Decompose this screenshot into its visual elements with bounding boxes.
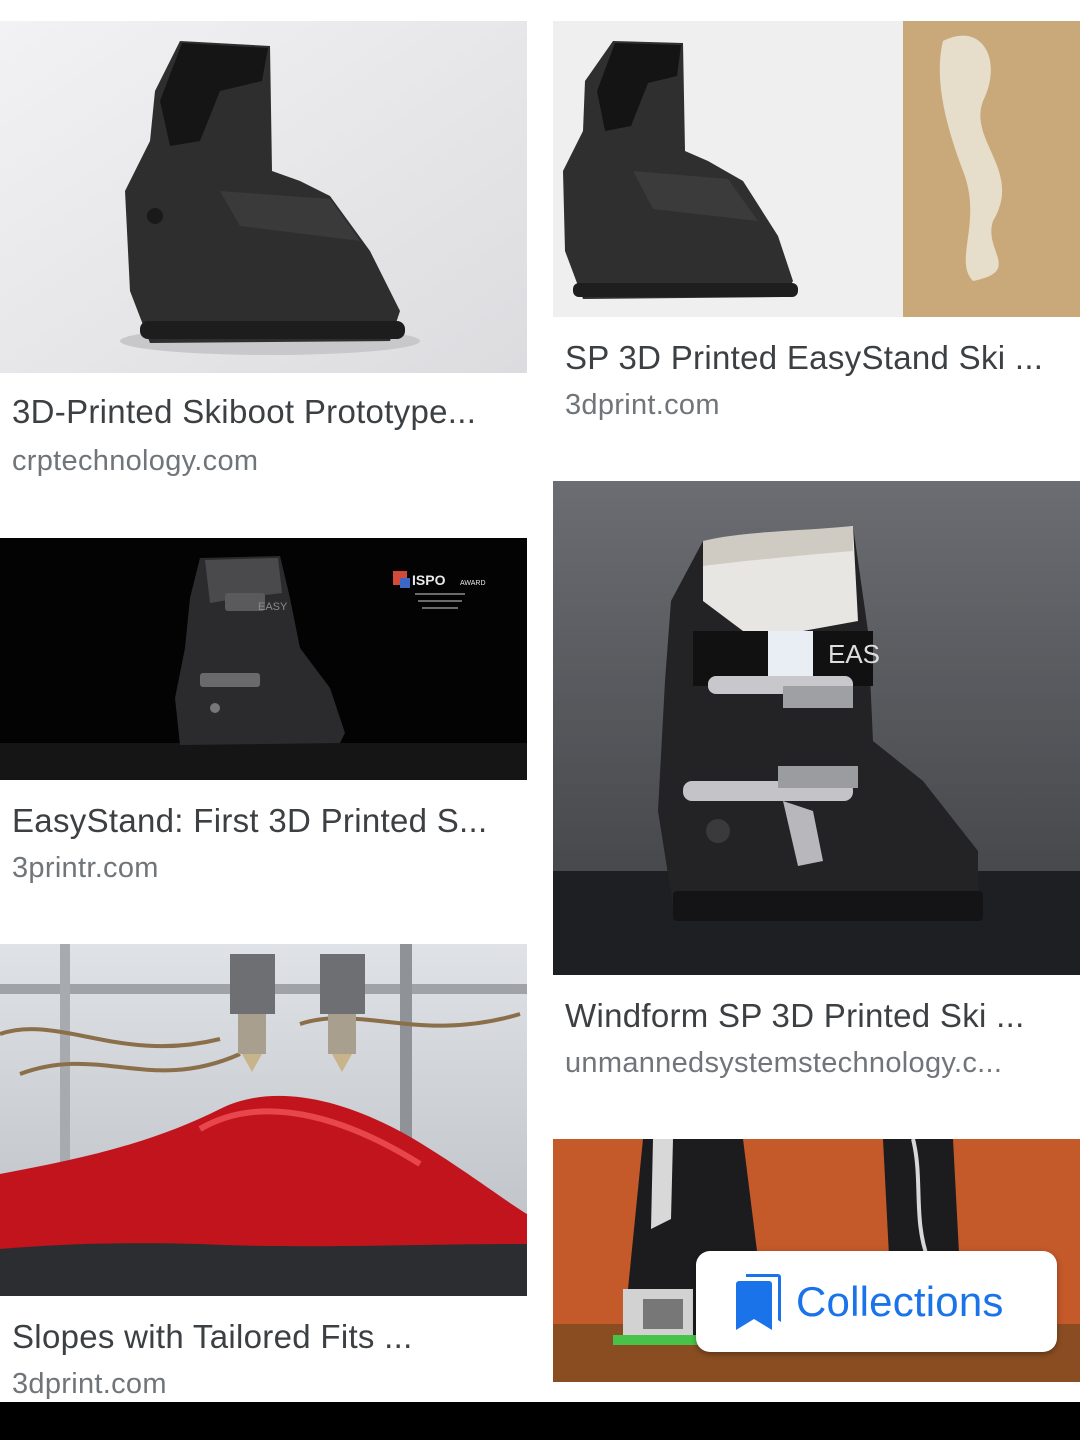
result-card-4[interactable]: EAS Windform SP 3D Printed Ski ... unman… bbox=[553, 481, 1080, 1081]
system-navigation-bar bbox=[0, 1402, 1080, 1440]
result-card-3[interactable]: EASY ISPO AWARD EasyStand: First 3D Prin… bbox=[0, 538, 527, 888]
result-source-5: 3dprint.com bbox=[12, 1368, 167, 1400]
result-image-1[interactable] bbox=[0, 21, 527, 373]
result-title-5[interactable]: Slopes with Tailored Fits ... bbox=[12, 1318, 513, 1356]
collections-label: Collections bbox=[796, 1277, 1004, 1325]
result-card-5[interactable]: Slopes with Tailored Fits ... 3dprint.co… bbox=[0, 944, 527, 1400]
result-image-4[interactable]: EAS bbox=[553, 481, 1080, 975]
result-title-2[interactable]: SP 3D Printed EasyStand Ski ... bbox=[565, 339, 1066, 377]
result-card-2[interactable]: SP 3D Printed EasyStand Ski ... 3dprint.… bbox=[553, 21, 1080, 421]
award-text: AWARD bbox=[460, 580, 486, 587]
result-source-2: 3dprint.com bbox=[565, 389, 720, 421]
result-source-3: 3printr.com bbox=[12, 852, 159, 884]
result-source-1: crptechnology.com bbox=[12, 445, 259, 477]
result-card-1[interactable]: 3D-Printed Skiboot Prototype... crptechn… bbox=[0, 21, 527, 481]
collections-button[interactable]: Collections bbox=[696, 1251, 1057, 1352]
boot-brand-text: EAS bbox=[828, 639, 880, 669]
ispo-logo-text: ISPO bbox=[412, 572, 446, 588]
bookmark-collections-icon bbox=[736, 1273, 781, 1330]
result-title-4[interactable]: Windform SP 3D Printed Ski ... bbox=[565, 997, 1066, 1035]
result-title-1[interactable]: 3D-Printed Skiboot Prototype... bbox=[12, 393, 513, 431]
result-source-4: unmannedsystemstechnology.c... bbox=[565, 1047, 1003, 1079]
result-image-2[interactable] bbox=[553, 21, 1080, 317]
result-title-3[interactable]: EasyStand: First 3D Printed S... bbox=[12, 802, 513, 840]
boot-brand-small-text: EASY bbox=[258, 601, 288, 613]
result-image-5[interactable] bbox=[0, 944, 527, 1296]
result-image-3[interactable]: EASY ISPO AWARD bbox=[0, 538, 527, 780]
